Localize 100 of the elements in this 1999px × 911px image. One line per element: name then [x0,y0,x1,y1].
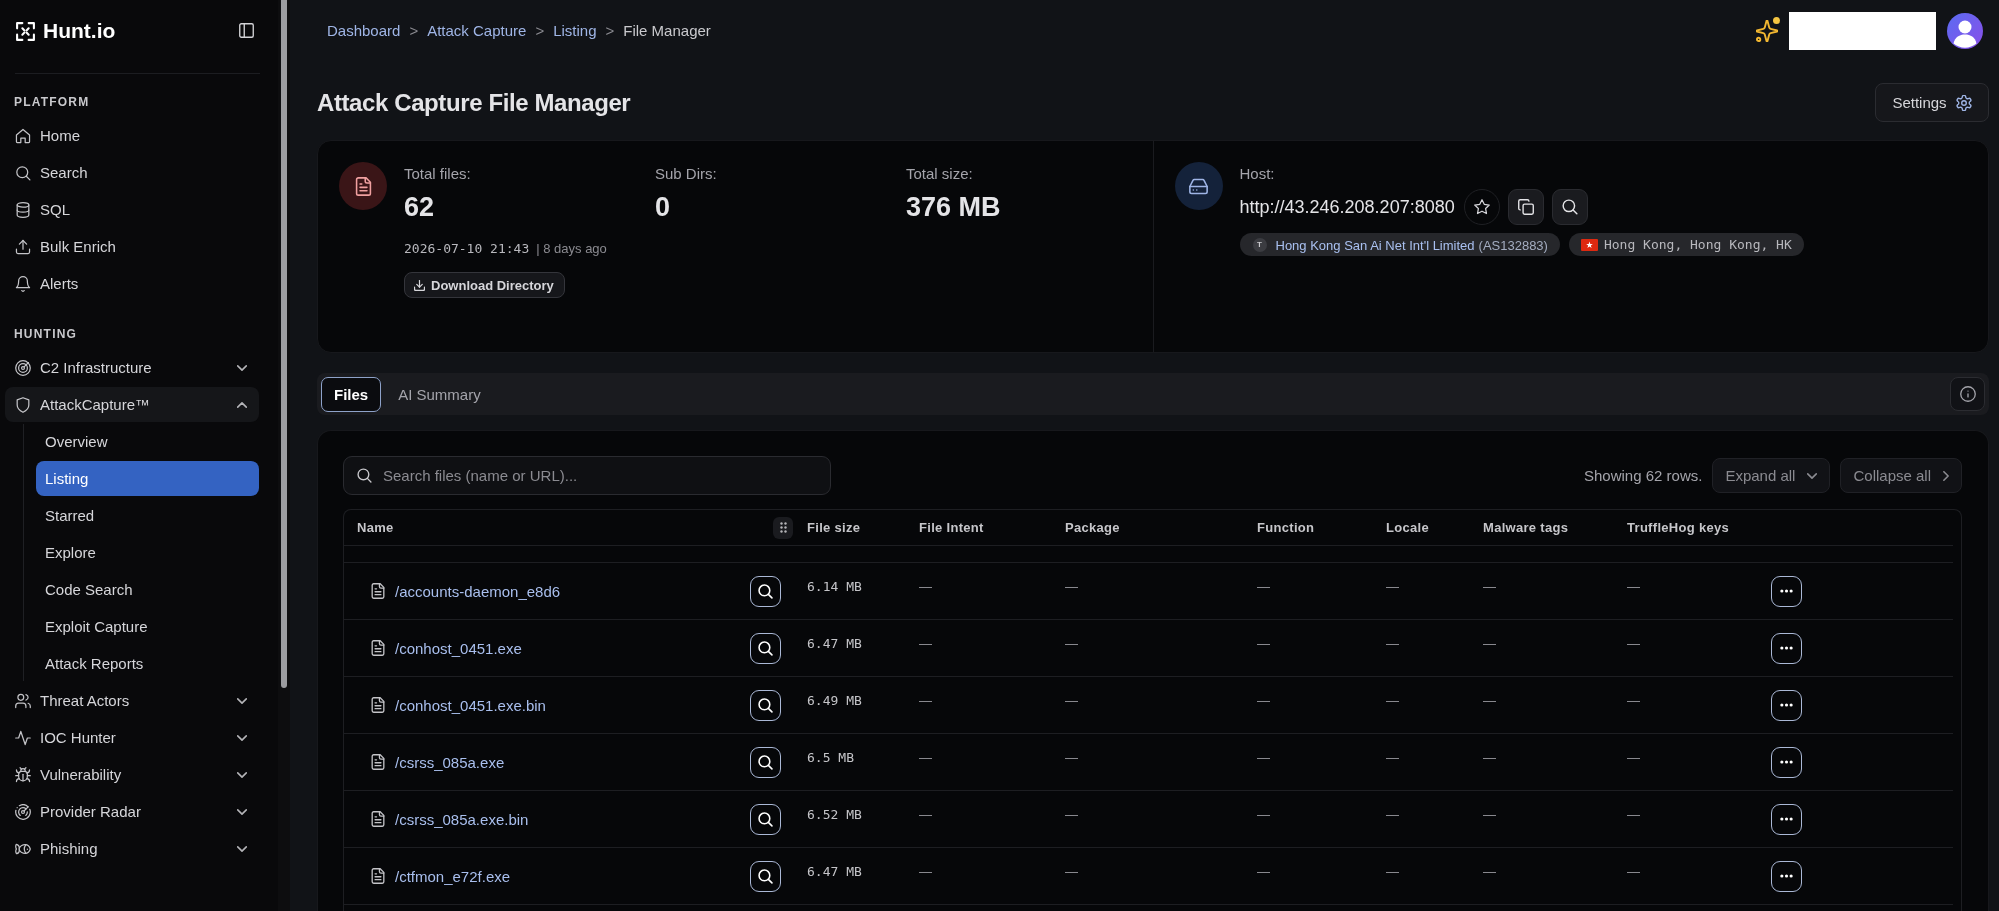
table-cell: — [1627,636,1640,651]
users-icon [15,692,31,709]
flag-icon [1580,238,1598,251]
table-cell: — [1257,579,1270,594]
table-cell: — [1386,579,1399,594]
table-cell: — [1386,864,1399,879]
more-button[interactable] [1771,803,1802,835]
sidebar-item[interactable]: Search [5,155,259,190]
ellipsis-icon [1780,874,1793,878]
sidebar-item[interactable]: SQL [5,192,259,227]
search-icon [15,164,31,181]
sidebar-subitem[interactable]: Exploit Capture [36,609,259,644]
column-header: File Intent [919,520,984,535]
sidebar-subitem[interactable]: Code Search [36,572,259,607]
sidebar-subitem[interactable]: Listing [36,461,259,496]
sidebar-item[interactable]: Alerts [5,266,259,301]
sidebar-item[interactable]: Vulnerability [5,757,259,792]
sidebar-item[interactable]: Phishing [5,831,259,866]
table-cell: 6.52 MB [807,807,862,822]
stat-label: Total files: [404,165,472,183]
sidebar-item[interactable]: AttackCapture™ [5,387,259,422]
sidebar-subitem[interactable]: Starred [36,498,259,533]
search-button[interactable] [750,803,781,835]
file-link[interactable]: /conhost_0451.exe [395,639,740,657]
column-header: Name [357,520,394,535]
table-cell: 6.47 MB [807,636,862,651]
breadcrumb-link[interactable]: Listing [553,22,597,39]
sidebar-item[interactable]: Home [5,118,259,153]
sidebar-item[interactable]: IOC Hunter [5,720,259,755]
copy-button[interactable] [1507,189,1544,225]
breadcrumb-current: File Manager [623,22,711,39]
drive-icon [1174,162,1223,210]
more-button[interactable] [1771,689,1802,721]
search-button[interactable] [750,632,781,664]
file-link[interactable]: /csrss_085a.exe.bin [395,810,740,828]
table-cell: — [1257,750,1270,765]
search-button[interactable] [750,746,781,778]
sidebar-item[interactable]: Bulk Enrich [5,229,259,264]
table-cell: — [1257,864,1270,879]
more-button[interactable] [1771,860,1802,892]
search-button[interactable] [750,575,781,607]
sidebar-item[interactable]: Threat Actors [5,683,259,718]
table-cell: — [1257,636,1270,651]
file-link[interactable]: /ctfmon_e72f.exe [395,867,740,885]
table-cell: — [919,579,932,594]
search-button[interactable] [750,689,781,721]
table-cell: — [1386,807,1399,822]
scrollbar-thumb[interactable] [281,0,287,688]
stat-label: Total size: [906,165,974,183]
file-link[interactable]: /conhost_0451.exe.bin [395,696,740,714]
sidebar-item[interactable]: C2 Infrastructure [5,350,259,385]
more-button[interactable] [1771,575,1802,607]
table-cell: — [919,693,932,708]
breadcrumb-link[interactable]: Attack Capture [427,22,527,39]
more-button[interactable] [1771,746,1802,778]
table-cell: — [1065,579,1078,594]
table-cell: — [1483,636,1496,651]
download-button[interactable]: Download Directory [404,272,565,298]
more-button[interactable] [1771,632,1802,664]
table-cell: — [1065,750,1078,765]
page-title: Attack Capture File Manager [317,88,631,117]
provider-name: Hong Kong San Ai Net Int'l Limited [1275,237,1475,253]
table-cell: 6.47 MB [807,864,862,879]
table-cell: — [1483,750,1496,765]
search-button[interactable] [750,860,781,892]
tab[interactable]: Files [321,376,382,412]
search-icon [758,583,773,599]
sparkle-icon[interactable] [1756,19,1778,42]
ellipsis-icon [1780,589,1793,593]
file-link[interactable]: /csrss_085a.exe [395,753,740,771]
host-label: Host: [1239,165,1275,183]
sidebar-item[interactable]: Provider Radar [5,794,259,829]
table-cell: — [1386,750,1399,765]
sidebar-subitem[interactable]: Overview [36,424,259,459]
expand-all-button[interactable]: Expand all [1712,458,1831,493]
host-url: http://43.246.208.207:8080 [1239,196,1455,218]
table-cell: — [919,636,932,651]
sidebar-toggle-button[interactable] [239,23,254,38]
stat-label: Sub Dirs: [655,165,718,183]
settings-button[interactable]: Settings [1875,83,1989,122]
breadcrumb-link[interactable]: Dashboard [327,22,401,39]
file-link[interactable]: /accounts-daemon_e8d6 [395,582,740,600]
sidebar-subitem[interactable]: Explore [36,535,259,570]
chevron-down-icon [1807,472,1818,479]
table-cell: — [1386,693,1399,708]
drag-handle-icon[interactable] [773,516,793,539]
avatar-icon[interactable] [1947,12,1983,49]
info-button[interactable] [1950,377,1985,411]
provider-tag[interactable]: T Hong Kong San Ai Net Int'l Limited (AS132883) [1239,233,1560,256]
collapse-all-button[interactable]: Collapse all [1840,458,1962,493]
chevron-right-icon [1943,470,1949,481]
table-cell: — [1257,807,1270,822]
column-header: Locale [1386,520,1429,535]
search-button[interactable] [1551,189,1588,225]
tab[interactable]: AI Summary [385,376,494,412]
search-field[interactable]: Search files (name or URL)... [343,456,831,495]
table-cell: 6.5 MB [807,750,854,765]
stat-value: 0 [655,191,672,223]
table-cell: — [1065,693,1078,708]
sidebar-subitem[interactable]: Attack Reports [36,646,259,681]
